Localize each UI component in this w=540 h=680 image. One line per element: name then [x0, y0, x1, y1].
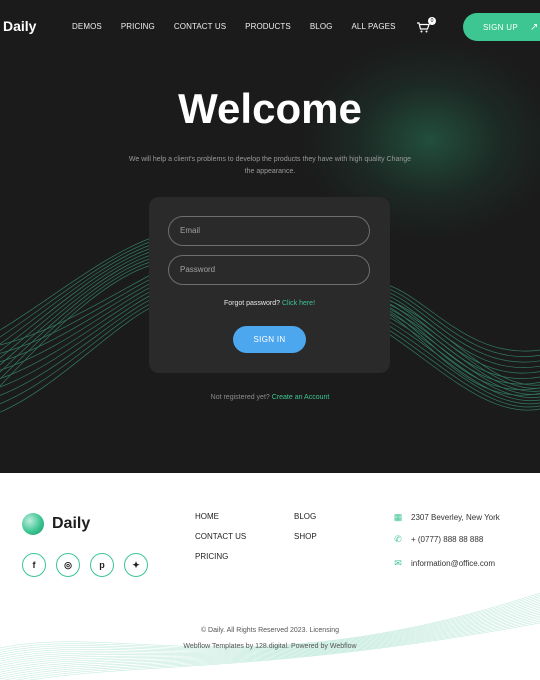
footer-link-blog[interactable]: BLOG [294, 507, 317, 527]
footer-brand-name: Daily [52, 515, 91, 532]
footer-nav-col-2: BLOG SHOP [294, 507, 317, 547]
menu-item-blog[interactable]: BLOG [310, 22, 333, 31]
cart-count-badge: 0 [428, 17, 436, 25]
wave-line [0, 290, 161, 388]
footer-logo[interactable]: Daily [22, 513, 90, 535]
hero-section: Daily DEMOS PRICING CONTACT US PRODUCTS … [0, 0, 540, 473]
password-field[interactable]: Password [168, 255, 370, 285]
top-navigation: Daily DEMOS PRICING CONTACT US PRODUCTS … [0, 0, 540, 54]
forgot-password-text: Forgot password? Click here! [149, 300, 390, 307]
email-field[interactable]: Email [168, 216, 370, 246]
wave-line [0, 255, 161, 373]
contact-email[interactable]: ✉ information@office.com [393, 558, 495, 568]
wave-line [0, 238, 161, 338]
wave-line [387, 299, 540, 386]
menu-item-pricing[interactable]: PRICING [121, 22, 155, 31]
menu-item-contact-us[interactable]: CONTACT US [174, 22, 226, 31]
sign-up-label: SIGN UP [483, 22, 518, 32]
credits-text: Webflow Templates by 128.digital. Powere… [183, 643, 357, 650]
phone-text: + (0777) 888 88 888 [411, 534, 484, 544]
social-links: f ◎ p ✦ [22, 553, 158, 577]
contact-address: ▦ 2307 Beverley, New York [393, 512, 500, 522]
register-prompt: Not registered yet? Create an Account [0, 394, 540, 401]
menu-item-products[interactable]: PRODUCTS [245, 22, 291, 31]
instagram-icon[interactable]: ◎ [56, 553, 80, 577]
wave-line [0, 273, 161, 354]
not-registered-label: Not registered yet? [210, 394, 270, 401]
pinterest-icon[interactable]: p [90, 553, 114, 577]
menu-item-demos[interactable]: DEMOS [72, 22, 102, 31]
forgot-password-link[interactable]: Click here! [282, 300, 315, 307]
logo-mark-icon [22, 513, 44, 535]
twitter-icon[interactable]: ✦ [124, 553, 148, 577]
forgot-password-label: Forgot password? [223, 300, 280, 307]
phone-icon: ✆ [394, 534, 402, 544]
copyright-text: © Daily. All Rights Reserved 2023. Licen… [200, 627, 340, 634]
mail-icon: ✉ [394, 558, 402, 568]
arrow-up-right-icon: ↗ [530, 21, 539, 33]
page-title: Welcome [178, 85, 362, 132]
email-text: information@office.com [411, 558, 496, 568]
logo[interactable]: Daily [3, 18, 36, 34]
contact-phone[interactable]: ✆ + (0777) 888 88 888 [393, 534, 483, 544]
footer-link-shop[interactable]: SHOP [294, 527, 317, 547]
main-menu: DEMOS PRICING CONTACT US PRODUCTS BLOG A… [72, 22, 415, 31]
map-icon: ▦ [393, 512, 403, 522]
footer-link-home[interactable]: HOME [195, 507, 246, 527]
hero-subtitle: We will help a client's problems to deve… [128, 156, 412, 175]
footer-nav-col-1: HOME CONTACT US PRICING [195, 507, 246, 567]
footer-link-pricing[interactable]: PRICING [195, 547, 246, 567]
sign-in-button[interactable]: SIGN IN [233, 326, 306, 353]
footer-link-contact-us[interactable]: CONTACT US [195, 527, 246, 547]
wave-line [387, 295, 540, 368]
footer: Daily f ◎ p ✦ HOME CONTACT US PRICING BL… [0, 473, 540, 680]
facebook-icon[interactable]: f [22, 553, 46, 577]
create-account-link[interactable]: Create an Account [272, 394, 330, 401]
address-text: 2307 Beverley, New York [411, 512, 500, 522]
login-card: Email Password Forgot password? Click he… [149, 197, 390, 373]
copyright: © Daily. All Rights Reserved 2023. Licen… [0, 623, 540, 655]
sign-up-button[interactable]: SIGN UP ↗ [463, 13, 540, 41]
menu-item-all-pages[interactable]: ALL PAGES [352, 22, 396, 31]
